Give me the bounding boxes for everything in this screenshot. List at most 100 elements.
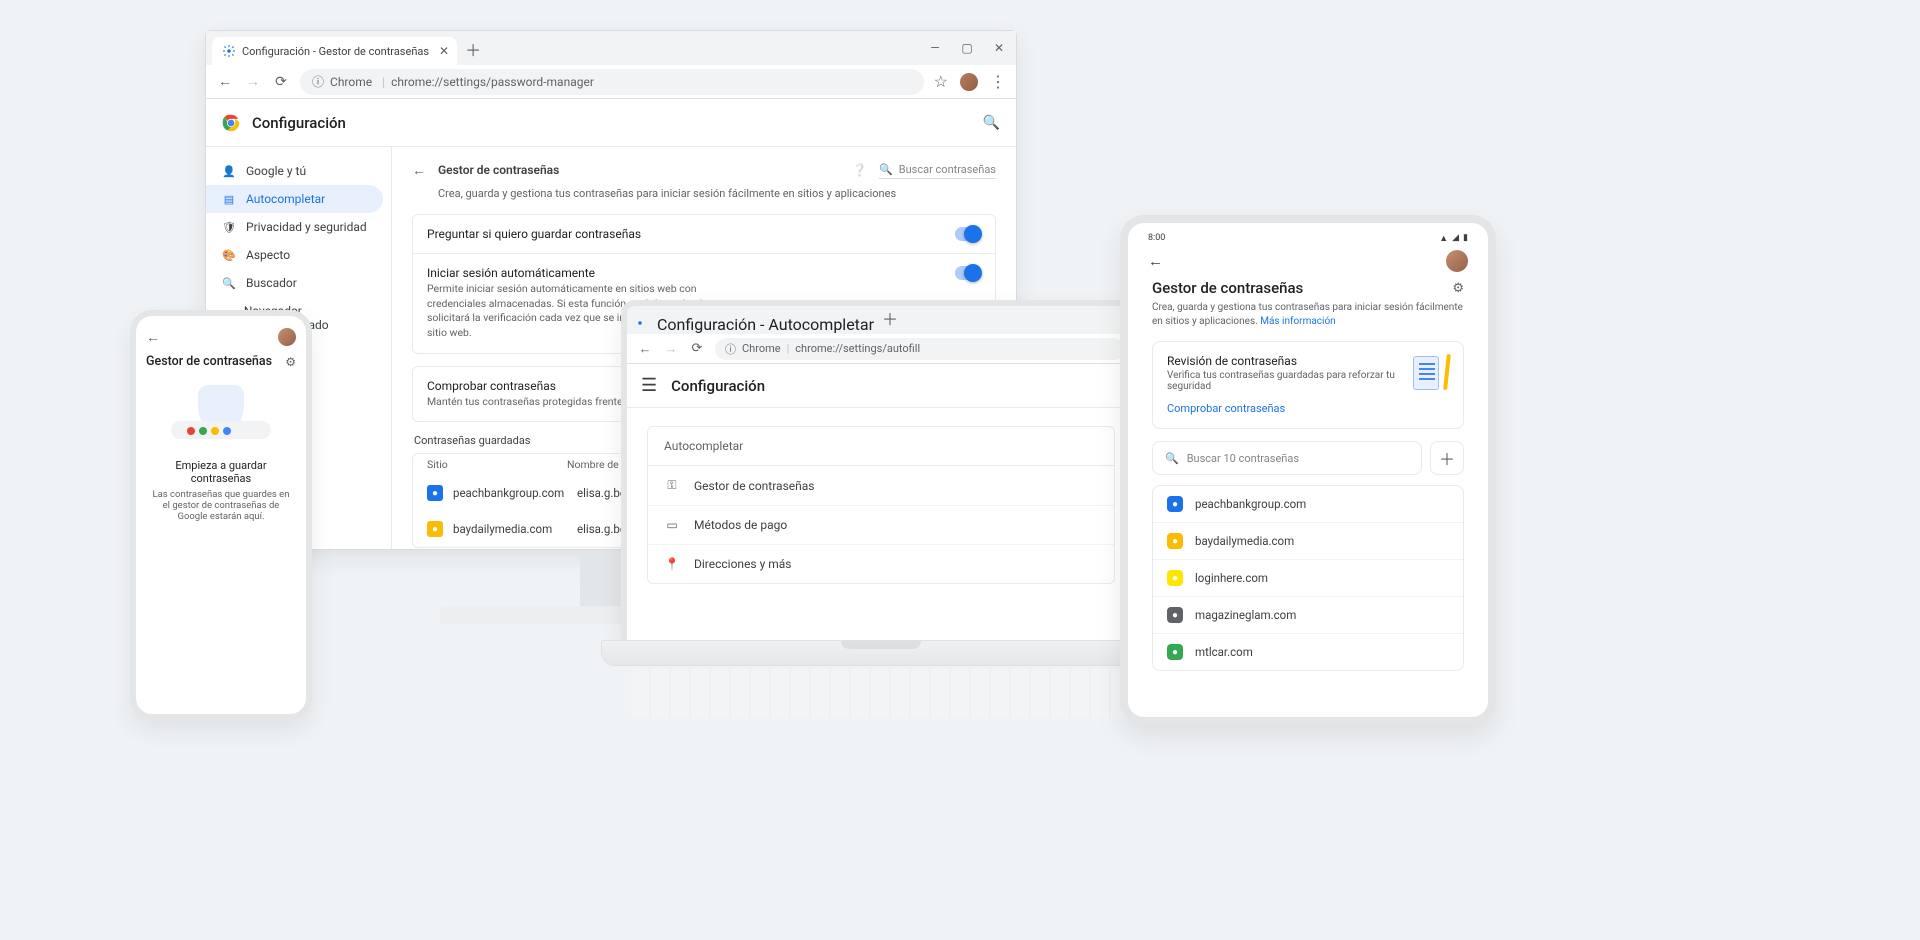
tab-title: Configuración - Gestor de contraseñas <box>242 45 429 58</box>
site-info-icon: ⓘ <box>312 73 324 90</box>
close-tab-icon[interactable]: ✕ <box>439 44 449 58</box>
shield-icon: 🛡 <box>222 221 236 234</box>
settings-header: Configuración 🔍 <box>206 99 1016 147</box>
add-password-button[interactable]: ＋ <box>1430 441 1464 475</box>
search-placeholder: Buscar 10 contraseñas <box>1187 452 1299 465</box>
column-site: Sitio <box>427 458 567 471</box>
row-password-manager[interactable]: ⚿ Gestor de contraseñas <box>648 466 1114 505</box>
phone-device: ← Gestor de contraseñas ⚙ Empieza a guar… <box>130 310 312 720</box>
sidebar-item-label: Google y tú <box>246 164 306 178</box>
browser-tabstrip: Configuración - Autocompletar ✕ ＋ <box>627 306 1135 334</box>
more-info-link[interactable]: Más información <box>1260 316 1335 327</box>
browser-tabstrip: Configuración - Gestor de contraseñas ✕ … <box>206 31 1016 65</box>
key-icon: ⚿ <box>664 478 680 493</box>
site-name: peachbankgroup.com <box>1195 497 1306 511</box>
password-row[interactable]: ● peachbankgroup.com <box>1153 486 1463 522</box>
nav-forward-icon[interactable]: → <box>244 73 262 90</box>
password-row[interactable]: ● baydailymedia.com <box>1153 522 1463 559</box>
search-icon[interactable]: 🔍 <box>983 115 1000 131</box>
password-row[interactable]: ● mtlcar.com <box>1153 633 1463 670</box>
sidebar-item-search[interactable]: 🔍Buscador <box>206 269 383 297</box>
sidebar-item-label: Autocompletar <box>246 192 325 206</box>
reload-icon[interactable]: ⟳ <box>272 74 290 90</box>
laptop-device: Configuración - Autocompletar ✕ ＋ ← → ⟳ … <box>601 300 1161 720</box>
new-tab-button[interactable]: ＋ <box>874 302 906 334</box>
new-tab-button[interactable]: ＋ <box>457 33 489 65</box>
browser-toolbar: ← → ⟳ ⓘ Chrome | chrome://settings/autof… <box>627 334 1135 364</box>
sidebar-item-label: Aspecto <box>246 248 290 262</box>
hamburger-menu-icon[interactable]: ☰ <box>641 375 657 396</box>
bookmark-star-icon[interactable]: ☆ <box>934 72 948 91</box>
toggle-save-passwords[interactable] <box>955 227 981 241</box>
pin-icon: 📍 <box>664 557 680 571</box>
tablet-page-title: Gestor de contraseñas <box>1152 279 1303 297</box>
kebab-menu-icon[interactable]: ⋮ <box>990 72 1006 91</box>
search-icon: 🔍 <box>879 163 893 176</box>
chrome-logo-icon <box>222 114 240 132</box>
settings-title: Configuración <box>671 377 765 395</box>
row-label: Gestor de contraseñas <box>694 479 814 493</box>
site-favicon: ● <box>1167 533 1183 549</box>
search-icon: 🔍 <box>1165 452 1179 465</box>
sidebar-item-privacy[interactable]: 🛡 Privacidad y seguridad <box>206 213 383 241</box>
password-search-input[interactable]: 🔍 Buscar 10 contraseñas <box>1152 441 1422 475</box>
search-icon: 🔍 <box>222 277 236 290</box>
close-window-button[interactable]: ✕ <box>990 41 1008 55</box>
password-row[interactable]: ● magazineglam.com <box>1153 596 1463 633</box>
site-name: baydailymedia.com <box>1195 534 1294 548</box>
card-heading: Autocompletar <box>648 427 1114 466</box>
sidebar-item-google-you[interactable]: 👤 Google y tú <box>206 157 383 185</box>
sidebar-item-autofill[interactable]: ▤Autocompletar <box>206 185 383 213</box>
checklist-illustration <box>1409 354 1449 394</box>
omnibox[interactable]: ⓘ Chrome | chrome://settings/password-ma… <box>300 69 924 95</box>
sidebar-item-appearance[interactable]: 🎨 Aspecto <box>206 241 383 269</box>
empty-state-subtitle: Las contraseñas que guardes en el gestor… <box>146 489 296 522</box>
url-prefix: Chrome <box>742 342 781 355</box>
tablet-back-icon[interactable]: ← <box>1148 252 1163 270</box>
gear-icon[interactable]: ⚙ <box>285 355 296 369</box>
toggle-auto-signin[interactable] <box>955 266 981 280</box>
section-back-icon[interactable]: ← <box>412 162 426 179</box>
browser-tab[interactable]: Configuración - Autocompletar ✕ <box>633 315 874 334</box>
setting-title: Iniciar sesión automáticamente <box>427 266 757 280</box>
row-addresses[interactable]: 📍 Direcciones y más <box>648 544 1114 583</box>
url-path: chrome://settings/password-manager <box>391 75 594 89</box>
section-title: Gestor de contraseñas <box>438 163 559 177</box>
site-name: peachbankgroup.com <box>453 486 567 500</box>
row-payment-methods[interactable]: ▭ Métodos de pago <box>648 505 1114 544</box>
profile-avatar[interactable] <box>960 73 978 91</box>
signal-icon: ◢ <box>1452 233 1459 244</box>
settings-title: Configuración <box>252 114 346 132</box>
card-subtitle: Verifica tus contraseñas guardadas para … <box>1167 370 1397 392</box>
site-favicon: ● <box>1167 607 1183 623</box>
profile-avatar[interactable] <box>1446 250 1468 272</box>
site-name: loginhere.com <box>1195 571 1268 585</box>
maximize-button[interactable]: ▢ <box>958 41 976 55</box>
browser-toolbar: ← → ⟳ ⓘ Chrome | chrome://settings/passw… <box>206 65 1016 99</box>
person-icon: 👤 <box>222 165 236 178</box>
url-prefix: Chrome <box>330 75 372 89</box>
wifi-icon: ▲ <box>1439 233 1448 244</box>
nav-back-icon[interactable]: ← <box>216 73 234 90</box>
check-passwords-link[interactable]: Comprobar contraseñas <box>1167 402 1285 415</box>
palette-icon: 🎨 <box>222 249 236 262</box>
profile-avatar[interactable] <box>278 328 296 346</box>
nav-back-icon[interactable]: ← <box>637 341 653 357</box>
phone-page-title: Gestor de contraseñas <box>146 354 272 369</box>
gear-icon[interactable]: ⚙ <box>1452 281 1464 296</box>
window-controls: — ▢ ✕ <box>926 31 1008 65</box>
battery-icon: ▮ <box>1463 233 1468 244</box>
password-row[interactable]: ● loginhere.com <box>1153 559 1463 596</box>
password-search-input[interactable]: 🔍 Buscar contraseñas <box>879 161 996 179</box>
site-favicon: ● <box>1167 644 1183 660</box>
browser-tab[interactable]: Configuración - Gestor de contraseñas ✕ <box>212 37 457 65</box>
help-icon[interactable]: ❔ <box>852 163 867 177</box>
row-label: Métodos de pago <box>694 518 787 532</box>
sidebar-item-label: Privacidad y seguridad <box>246 220 367 234</box>
reload-icon[interactable]: ⟳ <box>689 341 705 356</box>
minimize-button[interactable]: — <box>926 41 944 55</box>
phone-back-icon[interactable]: ← <box>146 329 160 346</box>
nav-forward-icon[interactable]: → <box>663 341 679 357</box>
row-label: Direcciones y más <box>694 557 792 571</box>
omnibox[interactable]: ⓘ Chrome | chrome://settings/autofill <box>715 338 1125 360</box>
